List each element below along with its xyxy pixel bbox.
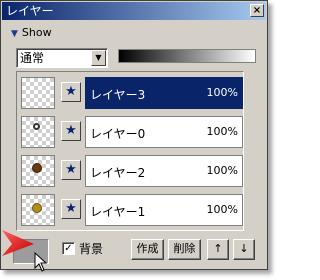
star-icon[interactable]: ★: [61, 121, 81, 141]
layer-thumbnail: [21, 155, 55, 187]
star-icon[interactable]: ★: [61, 160, 81, 180]
mouse-cursor-icon: [34, 252, 48, 272]
layer-thumbnail: [21, 194, 55, 226]
layer-body[interactable]: レイヤー0 100%: [85, 116, 243, 148]
layer-body[interactable]: レイヤー2 100%: [85, 155, 243, 187]
move-up-button[interactable]: ↑: [207, 239, 229, 260]
background-label: 背景: [79, 242, 104, 256]
white-dot-icon: [33, 123, 40, 130]
layer-body[interactable]: レイヤー3 100%: [85, 77, 243, 109]
layer-row[interactable]: ★ レイヤー3 100%: [19, 74, 243, 112]
close-icon: ×: [252, 5, 262, 16]
brown-dot-icon: [32, 163, 42, 173]
move-down-button[interactable]: ↓: [233, 239, 255, 260]
layer-row[interactable]: ★ レイヤー1 100%: [19, 191, 243, 229]
panel-titlebar[interactable]: レイヤー ×: [2, 2, 266, 20]
layer-row[interactable]: ★ レイヤー0 100%: [19, 113, 243, 151]
layer-opacity: 100%: [206, 86, 238, 99]
star-icon[interactable]: ★: [61, 199, 81, 219]
layer-name: レイヤー2: [90, 166, 146, 180]
layer-opacity: 100%: [206, 125, 238, 138]
layer-opacity: 100%: [206, 164, 238, 177]
red-pointer-arrow-icon: [2, 230, 34, 256]
layer-list: ★ レイヤー3 100% ★ レイヤー0 100% ★ レイヤー2 100% ★…: [16, 71, 244, 231]
delete-button[interactable]: 削除: [168, 239, 201, 260]
layer-thumbnail: [21, 77, 55, 109]
blend-mode-select[interactable]: 通常 ▼: [16, 48, 108, 68]
close-button[interactable]: ×: [250, 4, 264, 17]
layer-opacity: 100%: [206, 203, 238, 216]
dropdown-arrow-icon[interactable]: ▼: [91, 50, 106, 66]
blend-mode-value: 通常: [20, 51, 45, 65]
background-checkbox[interactable]: ✓: [62, 242, 75, 255]
layer-row[interactable]: ★ レイヤー2 100%: [19, 152, 243, 190]
opacity-gradient-slider[interactable]: [118, 49, 256, 63]
layer-name: レイヤー1: [90, 205, 146, 219]
layer-body[interactable]: レイヤー1 100%: [85, 194, 243, 226]
gold-dot-icon: [32, 203, 42, 213]
show-label: Show: [21, 26, 52, 39]
star-icon[interactable]: ★: [61, 82, 81, 102]
layers-panel: レイヤー × ▼Show 通常 ▼ ★ レイヤー3 100% ★ レイヤー0: [0, 0, 268, 270]
layer-thumbnail: [21, 116, 55, 148]
show-toggle[interactable]: ▼ Show: [11, 25, 52, 41]
layer-name: レイヤー0: [90, 127, 146, 141]
create-button[interactable]: 作成: [131, 239, 164, 260]
layer-name: レイヤー3: [90, 88, 146, 102]
triangle-down-icon: ▼: [11, 29, 18, 39]
panel-title: レイヤー: [6, 4, 54, 18]
